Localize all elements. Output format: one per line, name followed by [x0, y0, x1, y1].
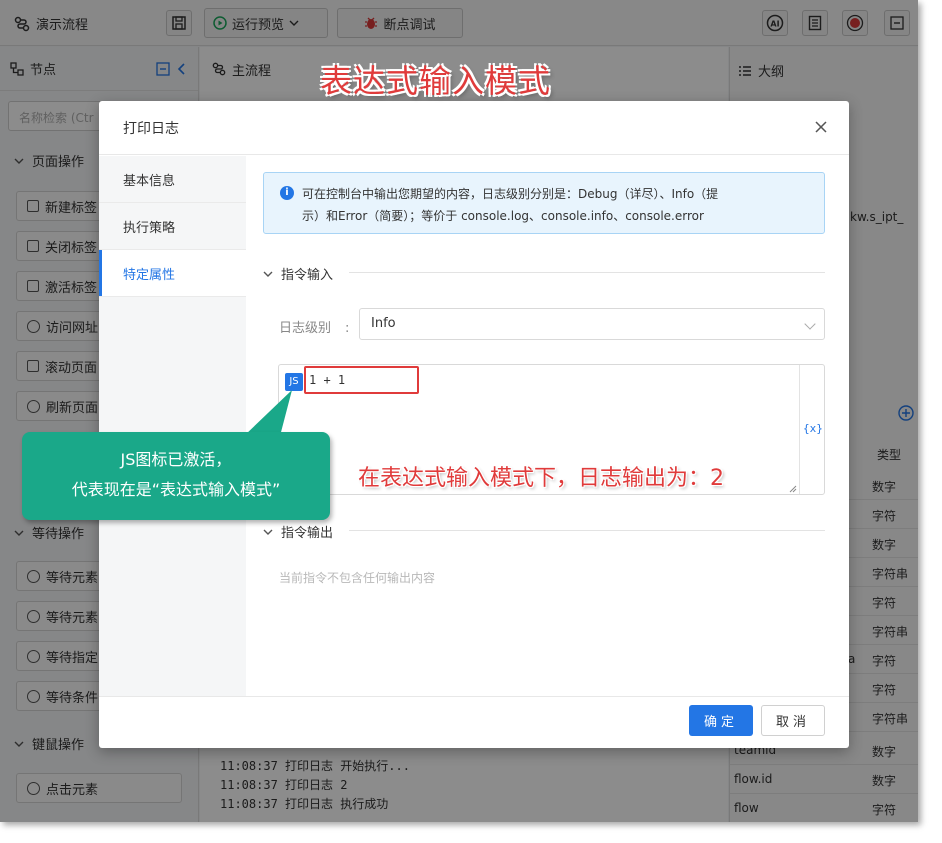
log-level-value: Info — [371, 316, 396, 331]
insert-variable-button[interactable]: {x} — [803, 422, 823, 435]
dialog-header: 打印日志 — [99, 101, 849, 155]
cancel-button[interactable]: 取消 — [761, 705, 825, 736]
empty-output-text: 当前指令不包含任何输出内容 — [279, 571, 436, 585]
section-input-title: 指令输入 — [281, 268, 334, 283]
resize-handle-icon[interactable] — [787, 483, 797, 493]
annotation-callout: JS图标已激活， 代表现在是“表达式输入模式” — [22, 432, 330, 520]
dialog-title: 打印日志 — [123, 120, 179, 137]
section-output-title: 指令输出 — [281, 526, 334, 541]
info-icon: i — [280, 186, 294, 200]
info-text-line2: 示）和Error（简要）；等价于 console.log、console.inf… — [302, 209, 704, 223]
tab-specific-props[interactable]: 特定属性 — [99, 250, 246, 297]
close-icon[interactable] — [813, 119, 829, 135]
dialog-footer: 确定 取消 — [99, 696, 849, 748]
info-alert: i 可在控制台中输出您期望的内容，日志级别分别是：Debug（详尽）、Info（… — [263, 172, 825, 234]
section-output-header[interactable]: 指令输出 — [263, 522, 333, 541]
tab-basic-info[interactable]: 基本信息 — [99, 156, 246, 203]
chevron-down-icon — [263, 529, 273, 535]
callout-line2: 代表现在是“表达式输入模式” — [71, 480, 281, 499]
log-level-select[interactable]: Info — [359, 308, 825, 340]
tab-label: 基本信息 — [123, 173, 176, 189]
divider — [349, 530, 825, 531]
annotation-note: 在表达式输入模式下，日志输出为：2 — [358, 466, 724, 491]
tab-exec-strategy[interactable]: 执行策略 — [99, 203, 246, 250]
log-level-label: 日志级别: — [279, 321, 350, 336]
editor-divider — [799, 365, 800, 494]
annotation-title: 表达式输入模式 — [320, 62, 552, 100]
tab-label: 执行策略 — [123, 220, 176, 236]
info-text-line1: 可在控制台中输出您期望的内容，日志级别分别是：Debug（详尽）、Info（提 — [302, 187, 719, 201]
callout-line1: JS图标已激活， — [120, 450, 232, 469]
app-window: 演示流程 运行预览 断点调试 AI 节点 名称检索 (Ctr 页面操作 新建标签… — [0, 0, 918, 822]
confirm-button[interactable]: 确定 — [689, 705, 753, 736]
tab-label: 特定属性 — [123, 267, 176, 283]
section-input-header[interactable]: 指令输入 — [263, 264, 333, 283]
dialog-side-nav: 基本信息 执行策略 特定属性 — [99, 156, 246, 696]
divider — [349, 272, 825, 273]
chevron-down-icon — [263, 271, 273, 277]
chevron-down-icon — [804, 318, 816, 330]
print-log-dialog: 打印日志 基本信息 执行策略 特定属性 i 可在控制台中输出您期望的内容，日志级… — [99, 101, 849, 748]
code-highlight-box — [304, 366, 419, 394]
